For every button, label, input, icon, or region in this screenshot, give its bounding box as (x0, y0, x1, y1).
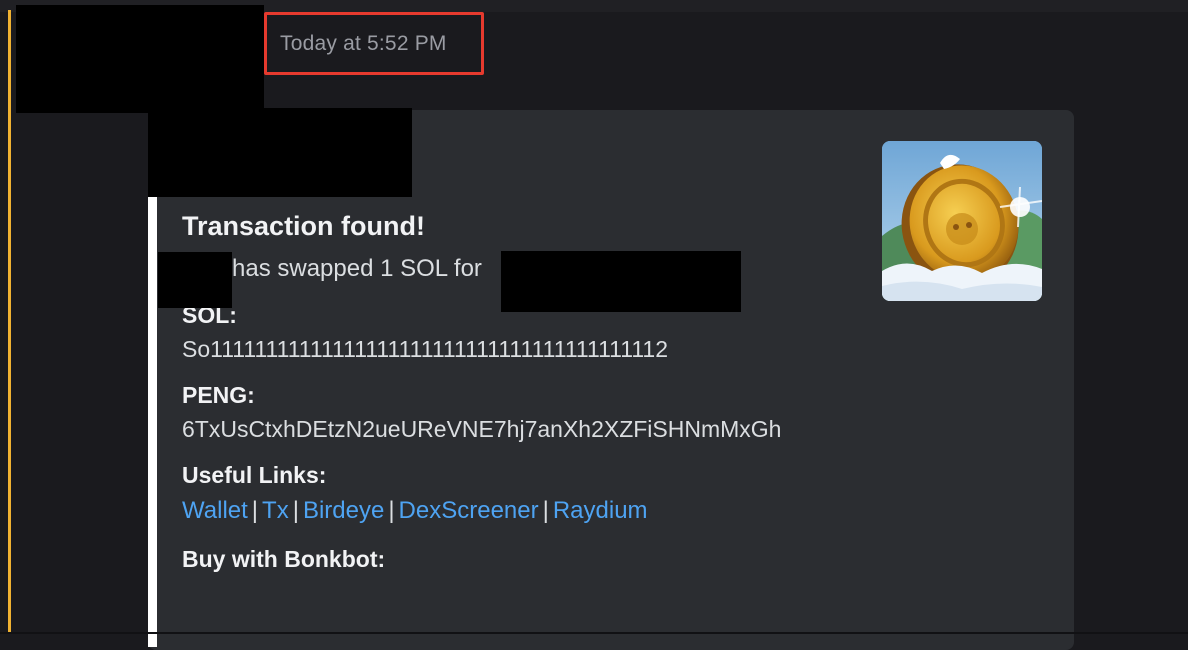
links-row: Wallet | Tx | Birdeye | DexScreener | Raydium (182, 491, 872, 531)
redacted-token-name (501, 251, 741, 312)
useful-links-label: Useful Links: (182, 462, 327, 488)
redacted-username (158, 252, 232, 308)
field-sol-value: So11111111111111111111111111111111111111… (182, 336, 669, 362)
embed-color-bar (148, 197, 157, 647)
redacted-embed-author (148, 108, 412, 197)
link-separator: | (251, 497, 259, 524)
message-timestamp[interactable]: Today at 5:52 PM (280, 32, 447, 56)
link-separator: | (542, 497, 549, 524)
mention-highlight-bar (8, 10, 11, 634)
timestamp-highlight: Today at 5:52 PM (264, 12, 484, 75)
field-peng: PENG: 6TxUsCtxhDEtzN2ueUReVNE7hj7anXh2XZ… (182, 379, 872, 447)
field-buy: Buy with Bonkbot: (182, 543, 872, 575)
gold-coin-thumbnail-icon[interactable] (882, 141, 1042, 301)
field-useful-links: Useful Links: Wallet | Tx | Birdeye | DexScree… (182, 459, 872, 531)
redacted-avatar-and-author (16, 5, 264, 113)
embed-title: Transaction found! (182, 211, 425, 241)
link-wallet[interactable]: Wallet (182, 497, 248, 524)
link-raydium[interactable]: Raydium (553, 497, 648, 524)
link-separator: | (388, 497, 395, 524)
buy-with-bonkbot-label: Buy with Bonkbot: (182, 546, 386, 572)
field-peng-name: PENG: (182, 382, 255, 408)
link-dexscreener[interactable]: DexScreener (399, 497, 539, 524)
field-peng-value: 6TxUsCtxhDEtzN2ueUReVNE7hj7anXh2XZFiSHNm… (182, 416, 782, 442)
link-tx[interactable]: Tx (262, 497, 289, 524)
link-separator: | (292, 497, 299, 524)
swap-text: has swapped 1 SOL for (232, 255, 482, 282)
link-birdeye[interactable]: Birdeye (303, 497, 384, 524)
